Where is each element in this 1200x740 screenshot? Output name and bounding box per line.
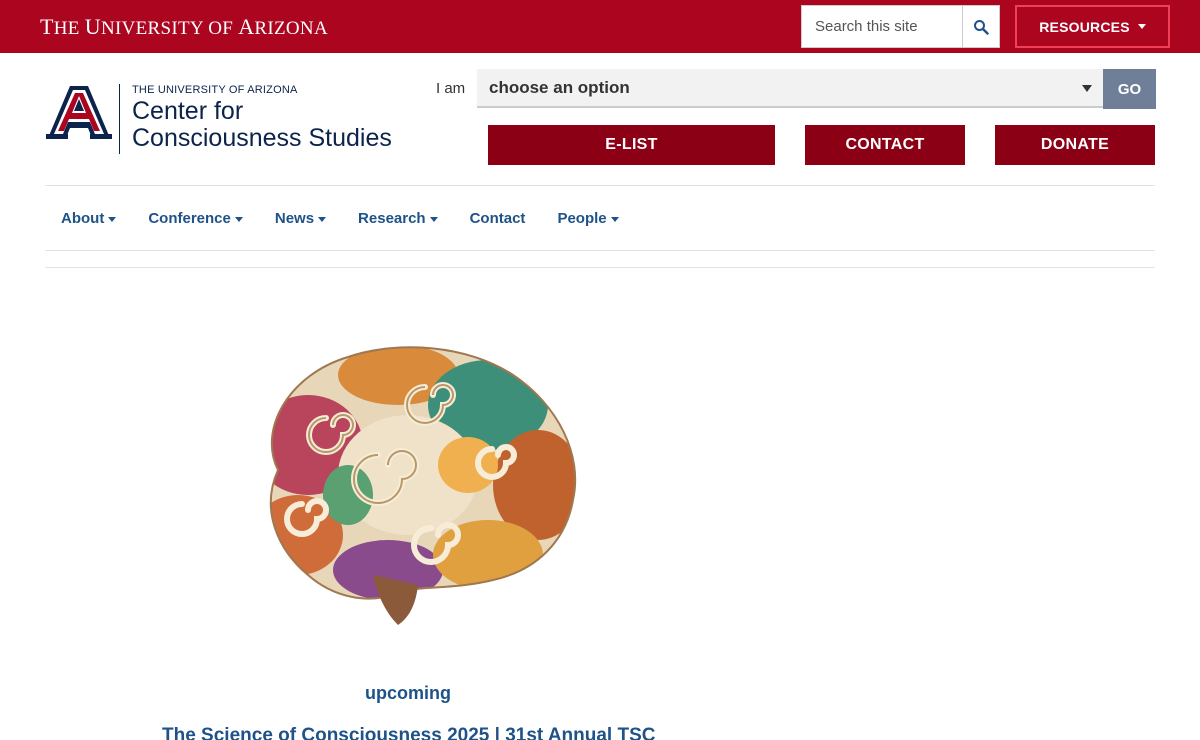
wordmark-text: HE	[53, 18, 85, 39]
nav-item-conference[interactable]: Conference	[132, 201, 259, 235]
university-wordmark-link[interactable]: THE UNIVERSITY OF ARIZONA	[40, 14, 328, 40]
nav-label: People	[557, 209, 607, 227]
logo-divider	[119, 84, 120, 154]
dropdown-arrow-icon	[1082, 85, 1092, 92]
logo-title-line: Consciousness Studies	[132, 124, 392, 152]
nav-item-news[interactable]: News	[259, 201, 342, 235]
wordmark-text: RIZONA	[254, 18, 328, 39]
resources-dropdown-button[interactable]: RESOURCES	[1015, 5, 1170, 48]
upcoming-heading: upcoming	[365, 683, 451, 703]
nav-item-people[interactable]: People	[541, 201, 634, 235]
event-title-link[interactable]: The Science of Consciousness 2025 | 31st…	[162, 725, 656, 740]
nav-divider-bottom	[45, 250, 1155, 251]
nav-label: Contact	[469, 209, 526, 227]
university-header-bar: THE UNIVERSITY OF ARIZONA RESOURCES	[0, 0, 1200, 53]
resources-label: RESOURCES	[1039, 18, 1130, 35]
nav-label: Research	[358, 209, 426, 227]
go-button[interactable]: GO	[1103, 69, 1156, 109]
logo-center-name: Center for Consciousness Studies	[132, 98, 392, 152]
caret-down-icon	[429, 216, 438, 222]
contact-button[interactable]: CONTACT	[805, 125, 965, 165]
nav-item-about[interactable]: About	[45, 201, 132, 235]
audience-select[interactable]: choose an option	[477, 69, 1104, 108]
search-input[interactable]	[802, 6, 962, 47]
nav-divider-top	[45, 185, 1155, 186]
logo-university-name: THE UNIVERSITY OF ARIZONA	[132, 84, 298, 96]
search-button[interactable]	[962, 6, 999, 47]
caret-down-icon	[234, 216, 243, 222]
search-icon	[974, 19, 989, 35]
wordmark-letter: A	[238, 14, 255, 39]
audience-select-value: choose an option	[489, 77, 630, 97]
arizona-a-logo-icon	[46, 86, 112, 139]
mosaic-brain-image	[269, 346, 577, 625]
wordmark-text: NIVERSITY OF	[100, 18, 239, 39]
caret-down-icon	[610, 216, 619, 222]
nav-label: About	[61, 209, 105, 227]
caret-down-icon	[318, 216, 327, 222]
nav-item-contact[interactable]: Contact	[454, 201, 542, 235]
nav-item-research[interactable]: Research	[342, 201, 454, 235]
wordmark-letter: T	[40, 14, 54, 39]
wordmark-letter: U	[84, 14, 101, 39]
donate-button[interactable]: DONATE	[995, 125, 1155, 165]
nav-label: Conference	[148, 209, 231, 227]
caret-down-icon	[1137, 24, 1146, 29]
content-divider	[45, 267, 1155, 268]
iam-label: I am	[436, 80, 466, 97]
elist-button[interactable]: E-LIST	[488, 125, 775, 165]
logo-title-line: Center for	[132, 97, 244, 125]
site-search	[801, 5, 1000, 48]
caret-down-icon	[108, 216, 117, 222]
main-nav: About Conference News Research Contact P…	[45, 201, 635, 235]
nav-label: News	[274, 209, 315, 227]
